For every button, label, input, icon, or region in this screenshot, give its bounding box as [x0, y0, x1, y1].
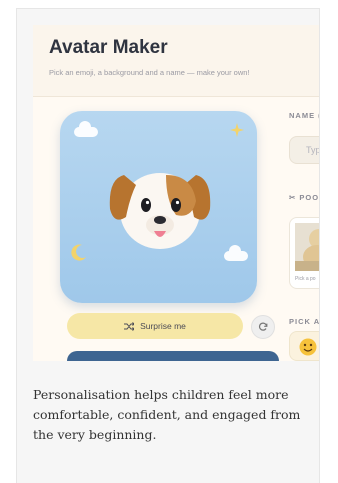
content-card: Avatar Maker Pick an emoji, a background…: [16, 8, 320, 483]
primary-action-button[interactable]: [67, 351, 279, 361]
poodle-section-label: ✂ POOD: [289, 193, 320, 202]
scissors-icon: ✂: [289, 193, 297, 202]
emoji-option[interactable]: [289, 331, 319, 361]
caption-text: Personalisation helps children feel more…: [33, 387, 301, 442]
puppy-emoji-icon: [109, 173, 211, 249]
app-subtitle: Pick an emoji, a background and a name —…: [49, 68, 250, 77]
name-section-label: NAME (C: [289, 111, 319, 120]
avatar-preview: [60, 111, 257, 303]
surprise-me-button[interactable]: Surprise me: [67, 313, 243, 339]
surprise-me-label: Surprise me: [140, 321, 186, 331]
cloud-icon: [224, 245, 248, 261]
shuffle-icon: [124, 321, 135, 331]
photo-option-card[interactable]: Pick a po: [289, 217, 319, 289]
poodle-image: [295, 223, 319, 271]
cloud-icon: [74, 121, 98, 137]
moon-icon: [71, 244, 86, 261]
pick-section-label: PICK AN: [289, 317, 320, 326]
name-input[interactable]: Type: [289, 136, 319, 164]
app-title: Avatar Maker: [49, 37, 168, 58]
app-header: Avatar Maker Pick an emoji, a background…: [33, 25, 319, 97]
smiley-icon: [299, 338, 317, 356]
poodle-photo: [295, 223, 319, 271]
sparkle-icon: [230, 123, 244, 137]
refresh-button[interactable]: [251, 315, 275, 339]
poodle-section-text: POOD: [299, 193, 320, 202]
photo-caption: Pick a po: [295, 276, 316, 282]
refresh-icon: [258, 322, 268, 331]
app-screenshot: Avatar Maker Pick an emoji, a background…: [33, 25, 320, 361]
